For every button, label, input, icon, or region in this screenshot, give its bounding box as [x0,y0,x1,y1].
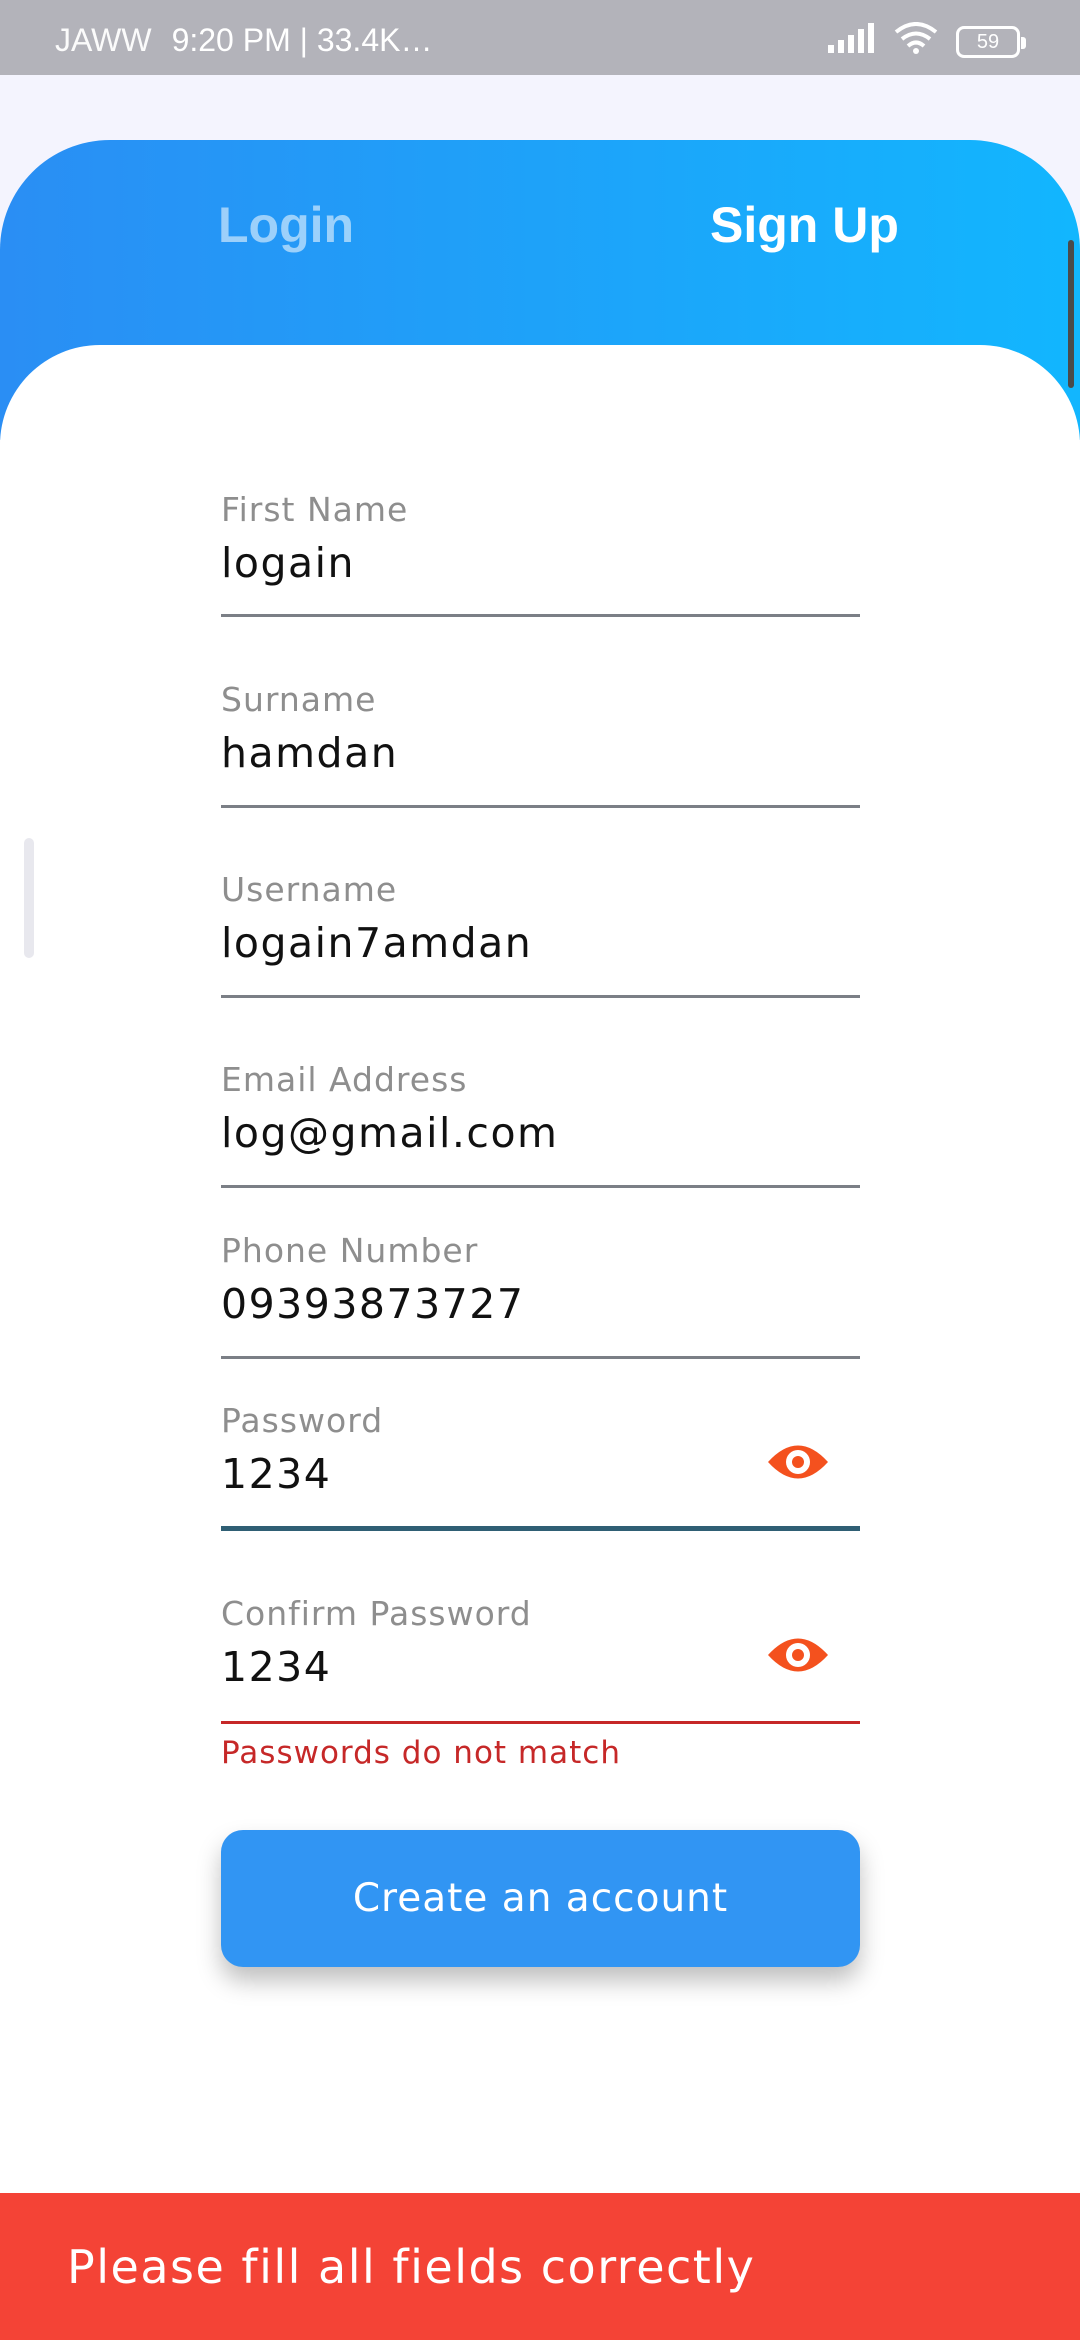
first-name-label: First Name [221,490,409,529]
snackbar-message: Please fill all fields correctly [67,2239,756,2294]
password-label: Password [221,1401,384,1440]
carrier-label: JAWW [55,22,152,58]
password-field[interactable]: Password 1234 [221,1401,860,1531]
surname-input[interactable]: hamdan [221,729,860,777]
email-label: Email Address [221,1060,468,1099]
surname-label: Surname [221,680,377,719]
signal-icon [826,23,876,61]
edge-handle [24,838,34,958]
phone-label: Phone Number [221,1231,479,1270]
tab-signup[interactable]: Sign Up [710,196,899,254]
username-field[interactable]: Username logain7amdan [221,870,860,998]
create-account-button[interactable]: Create an account [221,1830,860,1967]
tab-login[interactable]: Login [218,196,354,254]
eye-icon[interactable] [766,1632,830,1678]
email-field[interactable]: Email Address log@gmail.com [221,1060,860,1188]
password-mismatch-error: Passwords do not match [221,1735,621,1771]
status-info: 9:20 PM | 33.4K… [171,22,433,58]
email-input[interactable]: log@gmail.com [221,1109,860,1157]
scrollbar[interactable] [1068,240,1074,388]
battery-icon: 59 [956,26,1026,58]
error-snackbar: Please fill all fields correctly [0,2193,1080,2340]
first-name-input[interactable]: logain [221,539,860,587]
confirm-password-field[interactable]: Confirm Password 1234 [221,1594,860,1724]
battery-level: 59 [976,30,1000,53]
password-input[interactable]: 1234 [221,1450,860,1498]
eye-icon[interactable] [766,1439,830,1485]
phone-field[interactable]: Phone Number 09393873727 [221,1231,860,1359]
phone-input[interactable]: 09393873727 [221,1280,860,1328]
username-label: Username [221,870,398,909]
confirm-password-input[interactable]: 1234 [221,1643,860,1691]
surname-field[interactable]: Surname hamdan [221,680,860,808]
wifi-icon [894,22,938,62]
username-input[interactable]: logain7amdan [221,919,860,967]
first-name-field[interactable]: First Name logain [221,490,860,617]
confirm-password-label: Confirm Password [221,1594,532,1633]
status-bar: JAWW 9:20 PM | 33.4K… 59 [0,0,1080,75]
